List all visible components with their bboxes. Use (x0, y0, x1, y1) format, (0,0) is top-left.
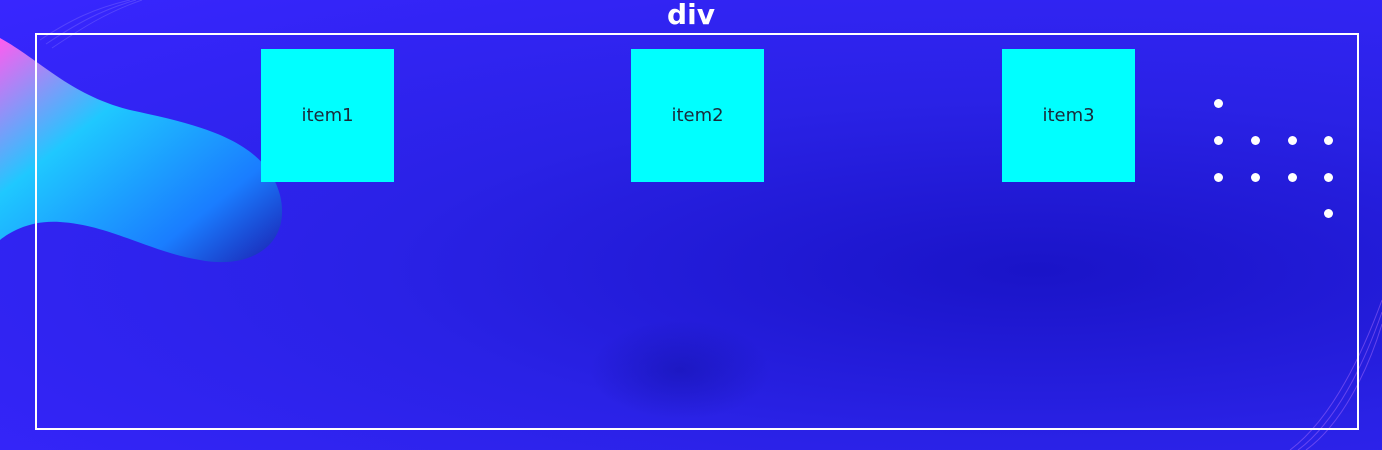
dot-icon (1251, 173, 1260, 182)
dot-icon (1214, 173, 1223, 182)
div-container: item1 item2 item3 (35, 33, 1359, 430)
dot-icon (1288, 136, 1297, 145)
page-title: div (667, 0, 715, 31)
item-box-3: item3 (1002, 49, 1135, 182)
dot-icon (1324, 136, 1333, 145)
dot-icon (1214, 136, 1223, 145)
dot-icon (1214, 99, 1223, 108)
dot-icon (1288, 173, 1297, 182)
item-box-2: item2 (631, 49, 764, 182)
dot-icon (1324, 173, 1333, 182)
dot-icon (1324, 209, 1333, 218)
dot-icon (1251, 136, 1260, 145)
item-box-1: item1 (261, 49, 394, 182)
